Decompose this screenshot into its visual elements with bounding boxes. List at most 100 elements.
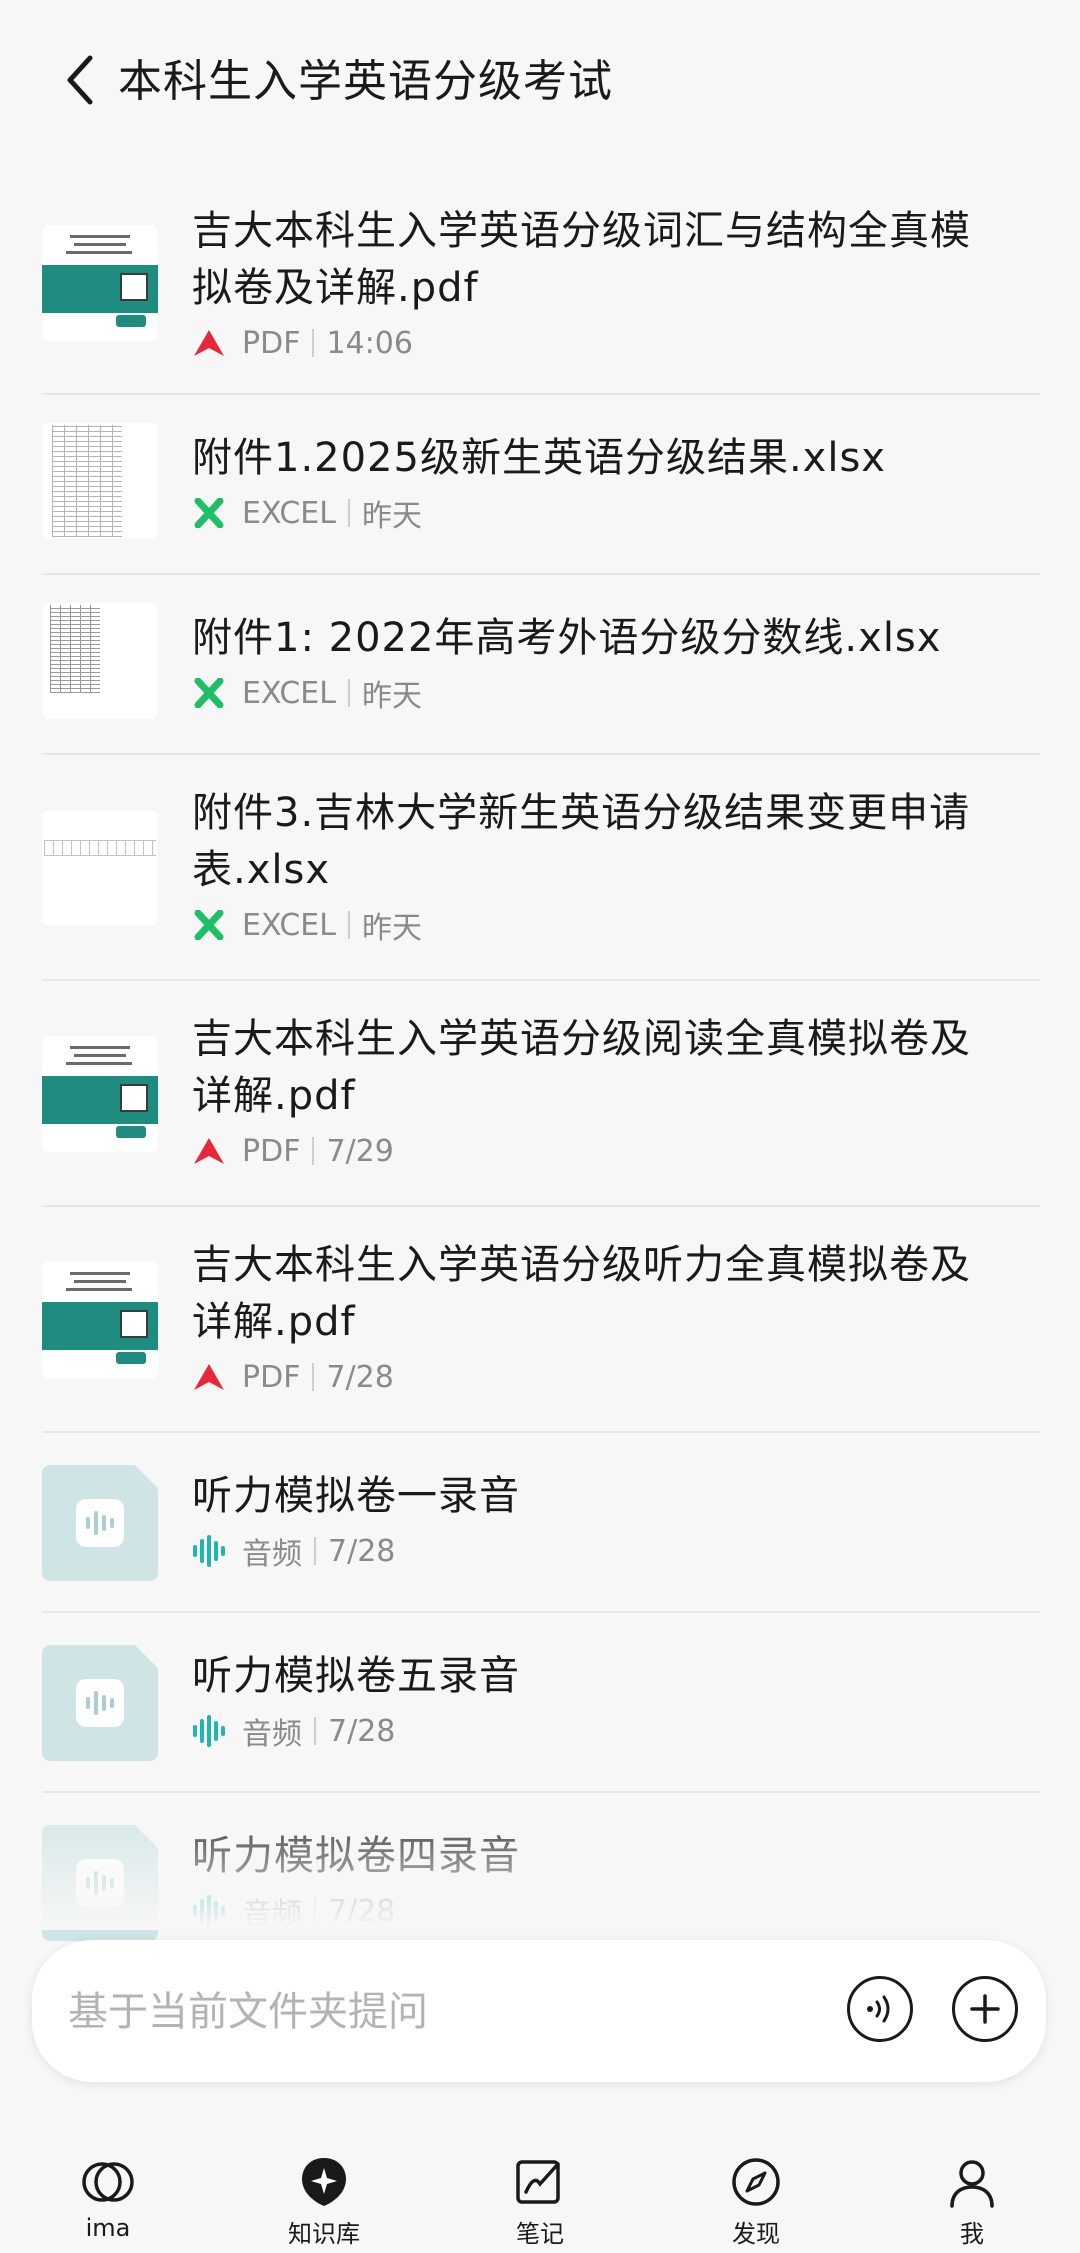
file-name: 吉大本科生入学英语分级词汇与结构全真模拟卷及详解.pdf bbox=[192, 208, 971, 311]
file-row[interactable]: 附件3.吉林大学新生英语分级结果变更申请表.xlsx EXCEL 昨天 bbox=[42, 755, 1040, 981]
nav-item-me[interactable]: 我 bbox=[864, 2130, 1080, 2253]
divider bbox=[347, 679, 350, 707]
audio-icon bbox=[192, 1714, 226, 1748]
audio-thumbnail bbox=[42, 1825, 158, 1941]
waveform-icon bbox=[86, 1691, 114, 1715]
pdf-icon bbox=[192, 326, 226, 360]
audio-thumbnail bbox=[42, 1465, 158, 1581]
file-name: 附件3.吉林大学新生英语分级结果变更申请表.xlsx bbox=[192, 790, 971, 893]
file-meta: EXCEL 昨天 bbox=[192, 905, 1000, 946]
file-type: EXCEL bbox=[242, 907, 336, 943]
file-row[interactable]: 吉大本科生入学英语分级词汇与结构全真模拟卷及详解.pdf PDF 14:06 bbox=[42, 185, 1040, 395]
file-name: 吉大本科生入学英语分级阅读全真模拟卷及详解.pdf bbox=[192, 1016, 971, 1119]
file-meta: PDF 7/28 bbox=[192, 1357, 1000, 1397]
file-time: 7/29 bbox=[326, 1133, 394, 1169]
add-button[interactable] bbox=[952, 1976, 1018, 2042]
file-time: 昨天 bbox=[361, 499, 422, 534]
file-time: 7/28 bbox=[328, 1893, 396, 1929]
sheet-thumbnail bbox=[42, 423, 158, 539]
nav-label: ima bbox=[85, 2214, 131, 2242]
voice-wave-icon bbox=[867, 1995, 890, 2023]
nav-label: 我 bbox=[960, 2220, 984, 2248]
file-row[interactable]: 听力模拟卷一录音 音频 7/28 bbox=[42, 1433, 1040, 1613]
file-row[interactable]: 吉大本科生入学英语分级阅读全真模拟卷及详解.pdf PDF 7/29 bbox=[42, 981, 1040, 1207]
header: 本科生入学英语分级考试 bbox=[0, 0, 1080, 165]
file-list: 吉大本科生入学英语分级词汇与结构全真模拟卷及详解.pdf PDF 14:06 附… bbox=[42, 185, 1040, 1971]
file-row[interactable]: 附件1.2025级新生英语分级结果.xlsx EXCEL 昨天 bbox=[42, 395, 1040, 575]
ask-bar bbox=[32, 1940, 1046, 2082]
file-time: 7/28 bbox=[328, 1713, 396, 1749]
waveform-icon bbox=[86, 1871, 114, 1895]
file-type: PDF bbox=[242, 325, 301, 361]
sheet-thumbnail bbox=[42, 603, 158, 719]
divider bbox=[312, 1137, 315, 1165]
pdf-icon bbox=[192, 1134, 226, 1168]
audio-icon bbox=[192, 1534, 226, 1568]
file-time: 14:06 bbox=[326, 325, 413, 361]
profile-icon bbox=[950, 2160, 994, 2208]
file-name: 吉大本科生入学英语分级听力全真模拟卷及详解.pdf bbox=[192, 1242, 971, 1345]
nav-item-discover[interactable]: 发现 bbox=[648, 2130, 864, 2253]
plus-icon bbox=[970, 1994, 1000, 2024]
sheet-thumbnail bbox=[42, 810, 158, 926]
nav-item-ima[interactable]: ima bbox=[0, 2130, 216, 2253]
file-meta: 音频 7/28 bbox=[192, 1531, 1000, 1572]
file-meta: 音频 7/28 bbox=[192, 1711, 1000, 1752]
divider bbox=[314, 1897, 316, 1925]
file-name: 附件1.2025级新生英语分级结果.xlsx bbox=[192, 435, 886, 481]
file-row[interactable]: 附件1: 2022年高考外语分级分数线.xlsx EXCEL 昨天 bbox=[42, 575, 1040, 755]
file-time: 7/28 bbox=[328, 1533, 396, 1569]
file-type: EXCEL bbox=[242, 495, 336, 531]
nav-label: 笔记 bbox=[516, 2220, 564, 2248]
nav-label: 发现 bbox=[732, 2220, 780, 2248]
excel-icon bbox=[192, 496, 226, 530]
file-type: 音频 bbox=[242, 1537, 302, 1572]
divider bbox=[347, 499, 350, 527]
pdf-thumbnail bbox=[42, 225, 158, 341]
back-button[interactable] bbox=[50, 50, 110, 110]
page-title: 本科生入学英语分级考试 bbox=[118, 56, 613, 107]
pdf-thumbnail bbox=[42, 1262, 158, 1378]
file-type: EXCEL bbox=[242, 675, 336, 711]
audio-icon bbox=[192, 1894, 226, 1928]
file-meta: PDF 14:06 bbox=[192, 323, 1000, 363]
divider bbox=[312, 1363, 315, 1391]
nav-item-knowledge[interactable]: 知识库 bbox=[216, 2130, 432, 2253]
nav-label: 知识库 bbox=[288, 2220, 360, 2248]
divider bbox=[347, 911, 350, 939]
compass-icon bbox=[732, 2158, 780, 2206]
divider bbox=[312, 329, 315, 357]
divider bbox=[314, 1537, 316, 1565]
file-time: 昨天 bbox=[361, 679, 422, 714]
file-row[interactable]: 听力模拟卷五录音 音频 7/28 bbox=[42, 1613, 1040, 1793]
file-meta: EXCEL 昨天 bbox=[192, 673, 1000, 714]
pdf-thumbnail bbox=[42, 1036, 158, 1152]
file-name: 听力模拟卷四录音 bbox=[192, 1833, 520, 1879]
file-meta: EXCEL 昨天 bbox=[192, 493, 1000, 534]
file-meta: PDF 7/29 bbox=[192, 1131, 1000, 1171]
file-row[interactable]: 吉大本科生入学英语分级听力全真模拟卷及详解.pdf PDF 7/28 bbox=[42, 1207, 1040, 1433]
ask-input[interactable] bbox=[66, 1978, 830, 2046]
ima-logo-icon bbox=[82, 2162, 134, 2202]
excel-icon bbox=[192, 676, 226, 710]
excel-icon bbox=[192, 908, 226, 942]
file-time: 昨天 bbox=[361, 911, 422, 946]
nav-item-notes[interactable]: 笔记 bbox=[432, 2130, 648, 2253]
file-type: PDF bbox=[242, 1133, 301, 1169]
file-name: 听力模拟卷一录音 bbox=[192, 1473, 520, 1519]
audio-thumbnail bbox=[42, 1645, 158, 1761]
waveform-icon bbox=[86, 1511, 114, 1535]
file-name: 附件1: 2022年高考外语分级分数线.xlsx bbox=[192, 615, 942, 661]
knowledge-base-icon bbox=[302, 2158, 346, 2206]
pdf-icon bbox=[192, 1360, 226, 1394]
file-name: 听力模拟卷五录音 bbox=[192, 1653, 520, 1699]
divider bbox=[314, 1717, 316, 1745]
file-type: 音频 bbox=[242, 1897, 302, 1932]
file-meta: 音频 7/28 bbox=[192, 1891, 1000, 1932]
notes-icon bbox=[516, 2160, 560, 2204]
file-type: 音频 bbox=[242, 1717, 302, 1752]
file-time: 7/28 bbox=[326, 1359, 394, 1395]
bottom-nav: ima 知识库 笔记 发现 我 bbox=[0, 2130, 1080, 2253]
voice-button[interactable] bbox=[847, 1976, 913, 2042]
file-type: PDF bbox=[242, 1359, 301, 1395]
